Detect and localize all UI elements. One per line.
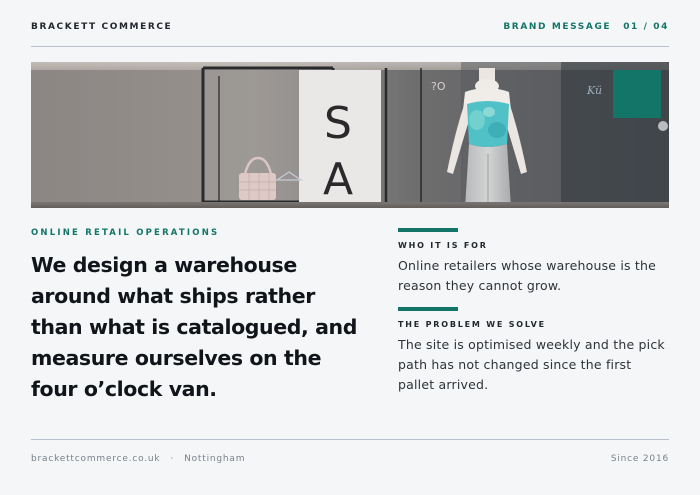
- sign-letter-s: S: [324, 98, 352, 149]
- header-divider: [31, 46, 669, 47]
- city-label: Nottingham: [184, 454, 246, 464]
- page-number: 01 / 04: [623, 22, 669, 32]
- block-label: THE PROBLEM WE SOLVE: [398, 320, 546, 329]
- section-title: BRAND MESSAGE: [503, 22, 612, 32]
- header-meta: BRAND MESSAGE 01 / 04: [503, 22, 669, 32]
- hero-image: S A ?O Kü: [31, 62, 669, 208]
- svg-text:?O: ?O: [431, 80, 446, 93]
- brand-name: BRACKETT COMMERCE: [31, 22, 173, 32]
- svg-text:Kü: Kü: [586, 84, 602, 97]
- footer-separator: ·: [170, 454, 175, 464]
- who-it-is-for-block: WHO IT IS FOR Online retailers whose war…: [398, 228, 668, 296]
- accent-bar: [398, 307, 458, 311]
- headline: We design a warehouse around what ships …: [31, 253, 358, 401]
- store-window-photo: S A ?O Kü: [31, 62, 669, 208]
- accent-square: [613, 70, 661, 118]
- problem-we-solve-block: THE PROBLEM WE SOLVE The site is optimis…: [398, 307, 668, 395]
- page-footer: brackettcommerce.co.uk · Nottingham Since …: [31, 454, 669, 464]
- sign-letter-a: A: [323, 154, 353, 205]
- eyebrow-label: ONLINE RETAIL OPERATIONS: [31, 228, 220, 238]
- block-label: WHO IT IS FOR: [398, 241, 488, 250]
- since-label: Since 2016: [610, 454, 669, 464]
- page-header: BRACKETT COMMERCE BRAND MESSAGE 01 / 04: [31, 22, 669, 38]
- block-text: Online retailers whose warehouse is the …: [398, 258, 657, 293]
- footer-divider: [31, 439, 669, 440]
- website-link[interactable]: brackettcommerce.co.uk: [31, 454, 160, 464]
- accent-bar: [398, 228, 458, 232]
- block-text: The site is optimised weekly and the pic…: [398, 337, 665, 392]
